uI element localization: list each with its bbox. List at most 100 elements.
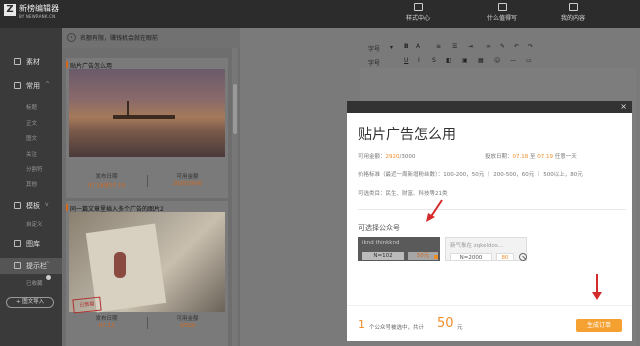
sidebar: 素材 常用 ^ 标题 正文 图文 关注 分割符 其他 模板 v 自定义 图库 提… bbox=[0, 28, 62, 346]
modal-title-bar: × bbox=[347, 101, 632, 113]
sidebar-item-label: 素材 bbox=[26, 58, 40, 66]
date-suffix: 任意一天 bbox=[554, 154, 577, 160]
sidebar-item-material[interactable]: 素材 bbox=[0, 54, 62, 70]
sold-out-stamp: 已售罄 bbox=[72, 296, 102, 314]
account-price: 80 bbox=[496, 253, 514, 261]
date-from: 07.18 bbox=[512, 154, 529, 160]
chevron-down-icon: v bbox=[45, 201, 49, 208]
card-image-sunset-train bbox=[69, 69, 225, 157]
sidebar-item-label: 提示栏 bbox=[26, 262, 47, 270]
pick-account-label: 可选择公众号 bbox=[358, 224, 400, 232]
sidebar-item-template[interactable]: 模板 v bbox=[0, 198, 62, 214]
table-icon[interactable]: ▦ bbox=[478, 57, 484, 64]
nav-what-to-write[interactable]: 什么值得写 bbox=[472, 3, 532, 22]
usable-label: 可用金额 bbox=[176, 316, 199, 322]
redo-icon[interactable]: ↷ bbox=[528, 43, 533, 50]
sidebar-sub-other[interactable]: 其他 bbox=[26, 180, 37, 188]
bg-color-icon[interactable]: ◧ bbox=[446, 57, 452, 64]
selected-check-icon bbox=[434, 255, 438, 259]
usable-value: 2920 bbox=[385, 154, 400, 160]
sidebar-sub-favorites[interactable]: 已收藏 bbox=[26, 279, 43, 287]
sidebar-sub-title[interactable]: 标题 bbox=[26, 103, 37, 111]
account-card-selected[interactable]: iknd thinkknd N=102 50元 bbox=[358, 237, 440, 261]
usable-label: 可用金额 bbox=[176, 174, 199, 180]
category-row: 可选类目：民生、财富、科技等21类 bbox=[358, 189, 448, 197]
scrollbar-thumb[interactable] bbox=[233, 84, 237, 134]
notification-badge bbox=[46, 275, 51, 280]
chevron-up-icon: ^ bbox=[45, 81, 51, 88]
sidebar-sub-divider[interactable]: 分割符 bbox=[26, 165, 43, 173]
sidebar-sub-follow[interactable]: 关注 bbox=[26, 150, 37, 158]
usable-label: 可用金额： bbox=[358, 154, 386, 160]
logo[interactable]: Z bbox=[4, 4, 16, 16]
selected-count: 1 bbox=[358, 318, 365, 331]
panel-scrollbar[interactable] bbox=[232, 48, 238, 346]
template-panel: ‹ 名额有限，赚钱机会就在眼前 贴片广告怎么用 发布日期 07.18至07.19… bbox=[62, 28, 240, 346]
dropdown-arrow-icon[interactable]: ▾ bbox=[390, 44, 393, 51]
common-icon bbox=[14, 82, 21, 89]
sidebar-item-label: 图库 bbox=[26, 240, 40, 248]
generate-order-button[interactable]: 生成订单 bbox=[576, 319, 622, 332]
account-fans: N=102 bbox=[362, 252, 404, 260]
folder-icon bbox=[568, 3, 578, 11]
modal-footer: 1 个公众号被选中，共计 50 元 生成订单 bbox=[347, 305, 632, 341]
material-icon bbox=[14, 58, 21, 65]
sidebar-item-gallery[interactable]: 图库 bbox=[0, 236, 62, 252]
divider bbox=[358, 209, 626, 210]
price-row: 价格标准（最近一周新增粉丝数）：100-200，50元 ｜ 200-500，60… bbox=[358, 170, 583, 178]
template-card[interactable]: 同一篇文章里插入多个广告的图片2 已售罄 发布日期 07.13 可用金额 0/5… bbox=[66, 201, 228, 346]
total-amount: 50 bbox=[437, 316, 454, 331]
selected-count-text: 个公众号被选中，共计 bbox=[369, 325, 425, 331]
sidebar-sub-imagetext[interactable]: 图文 bbox=[26, 134, 37, 142]
undo-icon[interactable]: ↶ bbox=[514, 43, 519, 50]
format-brush-icon[interactable]: ✎ bbox=[500, 43, 505, 50]
unavailable-icon bbox=[519, 253, 527, 261]
divider-insert-icon[interactable]: — bbox=[510, 57, 516, 64]
account-fans: N=2000 bbox=[450, 253, 492, 261]
sidebar-item-label: 常用 bbox=[26, 82, 40, 90]
sidebar-sub-body[interactable]: 正文 bbox=[26, 119, 37, 127]
underline-icon[interactable]: U bbox=[404, 57, 408, 64]
nav-style-center[interactable]: 样式中心 bbox=[388, 3, 448, 22]
panel-header: ‹ 名额有限，赚钱机会就在眼前 bbox=[62, 28, 240, 48]
nav-my-content[interactable]: 我的内容 bbox=[543, 3, 603, 22]
image-icon bbox=[14, 240, 21, 247]
image-insert-icon[interactable]: ▣ bbox=[462, 57, 468, 64]
usable-amount-row: 可用金额：2920/3000 bbox=[358, 152, 415, 160]
annotation-arrow-icon bbox=[426, 199, 443, 222]
bold-icon[interactable]: B bbox=[404, 43, 409, 50]
date-row: 投放日期：07.18 至 07.19 任意一天 bbox=[485, 152, 577, 160]
font-size-select[interactable]: 字号 bbox=[368, 58, 380, 67]
sidebar-item-common[interactable]: 常用 ^ bbox=[0, 78, 62, 94]
style-center-icon bbox=[413, 3, 423, 11]
pen-icon bbox=[497, 3, 507, 11]
align-icon[interactable]: ≡ bbox=[436, 43, 441, 50]
import-article-button[interactable]: + 图文导入 bbox=[6, 297, 54, 308]
font-style-select[interactable]: 字号 bbox=[368, 44, 380, 53]
currency-unit: 元 bbox=[457, 325, 463, 331]
date-to: 07.19 bbox=[537, 154, 554, 160]
close-icon[interactable]: × bbox=[620, 102, 627, 112]
publish-value: 07.13 bbox=[98, 323, 115, 329]
category-value: 民生、财富、科技等21类 bbox=[385, 191, 448, 197]
editor-toolbar: 字号 ▾ B A ≡ ☰ ⇥ ∞ ✎ ↶ ↷ 字号 U I S ◧ ▣ ▦ ☺ … bbox=[360, 34, 636, 68]
indent-icon[interactable]: ⇥ bbox=[468, 43, 473, 50]
list-icon[interactable]: ☰ bbox=[452, 43, 457, 50]
usable-value: 2920/3000 bbox=[172, 181, 203, 187]
strikethrough-icon[interactable]: S bbox=[432, 57, 436, 64]
card-stats: 发布日期 07.18至07.19 可用金额 2920/3000 bbox=[66, 172, 228, 190]
back-icon[interactable]: ‹ bbox=[67, 33, 76, 42]
link-icon[interactable]: ∞ bbox=[486, 43, 491, 50]
nav-label: 什么值得写 bbox=[486, 15, 517, 22]
annotation-arrow-icon bbox=[592, 274, 602, 300]
font-color-icon[interactable]: A bbox=[416, 43, 420, 50]
video-icon[interactable]: ▭ bbox=[526, 57, 532, 64]
sidebar-item-tips[interactable]: 提示栏 ^ bbox=[0, 258, 62, 274]
account-card[interactable]: 新气象在 zqkeldos... N=2000 80 bbox=[445, 237, 527, 261]
sidebar-sub-custom[interactable]: 自定义 bbox=[26, 220, 43, 228]
template-card[interactable]: 贴片广告怎么用 发布日期 07.18至07.19 可用金额 2920/3000 bbox=[65, 58, 228, 198]
italic-icon[interactable]: I bbox=[418, 57, 420, 64]
emoji-icon[interactable]: ☺ bbox=[494, 57, 500, 64]
sidebar-item-label: 模板 bbox=[26, 202, 40, 210]
template-icon bbox=[14, 202, 21, 209]
